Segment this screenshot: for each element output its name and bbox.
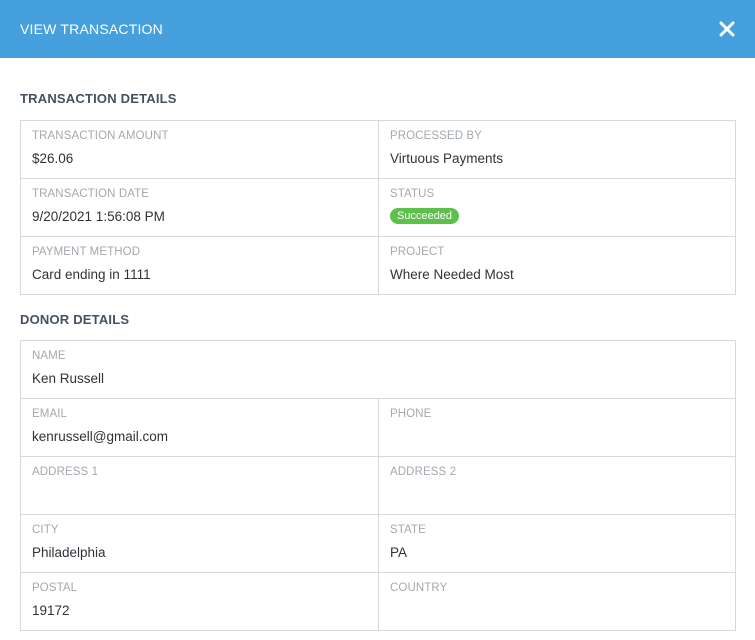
project-cell: PROJECT Where Needed Most	[378, 237, 735, 294]
country-value	[390, 602, 725, 619]
address1-value	[32, 486, 368, 503]
name-value: Ken Russell	[32, 371, 105, 386]
address1-cell: ADDRESS 1	[21, 457, 378, 514]
project-value: Where Needed Most	[390, 267, 514, 282]
transaction-details-title: TRANSACTION DETAILS	[20, 91, 177, 106]
phone-value	[390, 428, 725, 445]
processed-by-cell: PROCESSED BY Virtuous Payments	[378, 121, 735, 178]
close-button[interactable]	[715, 17, 739, 41]
state-label: STATE	[390, 524, 426, 536]
donor-details-title: DONOR DETAILS	[20, 312, 130, 327]
transaction-amount-value: $26.06	[32, 151, 74, 166]
state-cell: STATE PA	[378, 515, 735, 572]
address2-label: ADDRESS 2	[390, 466, 457, 478]
transaction-row: TRANSACTION AMOUNT $26.06 PROCESSED BY V…	[21, 121, 735, 178]
country-label: COUNTRY	[390, 582, 448, 594]
country-cell: COUNTRY	[378, 573, 735, 630]
address1-label: ADDRESS 1	[32, 466, 99, 478]
transaction-date-label: TRANSACTION DATE	[32, 188, 150, 200]
phone-cell: PHONE	[378, 399, 735, 456]
close-icon[interactable]	[719, 21, 735, 37]
transaction-date-value: 9/20/2021 1:56:08 PM	[32, 209, 165, 224]
address2-cell: ADDRESS 2	[378, 457, 735, 514]
transaction-row: PAYMENT METHOD Card ending in 1111 PROJE…	[21, 236, 735, 294]
transaction-row: TRANSACTION DATE 9/20/2021 1:56:08 PM ST…	[21, 178, 735, 236]
postal-value: 19172	[32, 603, 70, 618]
phone-label: PHONE	[390, 408, 432, 420]
processed-by-label: PROCESSED BY	[390, 130, 482, 142]
status-cell: STATUS Succeeded	[378, 179, 735, 236]
email-cell: EMAIL kenrussell@gmail.com	[21, 399, 378, 456]
status-label: STATUS	[390, 188, 435, 200]
address2-value	[390, 486, 725, 503]
processed-by-value: Virtuous Payments	[390, 151, 504, 166]
donor-details-grid: NAME Ken Russell EMAIL kenrussell@gmail.…	[20, 340, 736, 631]
status-badge: Succeeded	[390, 208, 460, 224]
city-cell: CITY Philadelphia	[21, 515, 378, 572]
donor-row: NAME Ken Russell	[21, 341, 735, 398]
email-label: EMAIL	[32, 408, 68, 420]
payment-method-label: PAYMENT METHOD	[32, 246, 141, 258]
donor-row: CITY Philadelphia STATE PA	[21, 514, 735, 572]
email-value: kenrussell@gmail.com	[32, 429, 168, 444]
modal-header: VIEW TRANSACTION	[0, 0, 755, 58]
name-cell: NAME Ken Russell	[21, 341, 735, 398]
donor-row: POSTAL 19172 COUNTRY	[21, 572, 735, 630]
state-value: PA	[390, 545, 408, 560]
transaction-amount-cell: TRANSACTION AMOUNT $26.06	[21, 121, 378, 178]
name-label: NAME	[32, 350, 66, 362]
postal-cell: POSTAL 19172	[21, 573, 378, 630]
transaction-date-cell: TRANSACTION DATE 9/20/2021 1:56:08 PM	[21, 179, 378, 236]
transaction-details-grid: TRANSACTION AMOUNT $26.06 PROCESSED BY V…	[20, 120, 736, 295]
postal-label: POSTAL	[32, 582, 78, 594]
payment-method-value: Card ending in 1111	[32, 267, 151, 282]
modal-title: VIEW TRANSACTION	[20, 21, 163, 37]
donor-row: EMAIL kenrussell@gmail.com PHONE	[21, 398, 735, 456]
donor-row: ADDRESS 1 ADDRESS 2	[21, 456, 735, 514]
project-label: PROJECT	[390, 246, 445, 258]
transaction-amount-label: TRANSACTION AMOUNT	[32, 130, 169, 142]
payment-method-cell: PAYMENT METHOD Card ending in 1111	[21, 237, 378, 294]
city-value: Philadelphia	[32, 545, 106, 560]
city-label: CITY	[32, 524, 59, 536]
